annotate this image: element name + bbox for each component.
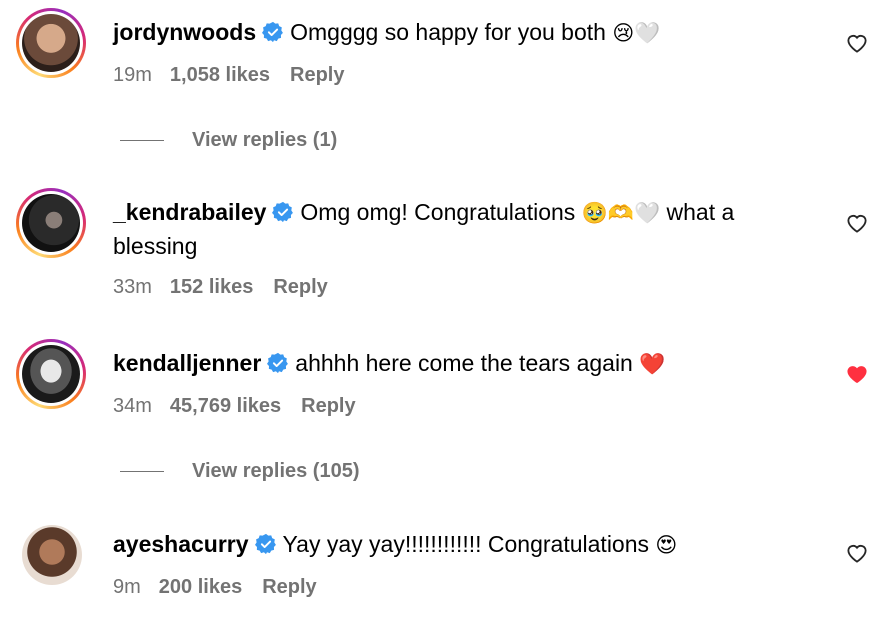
- likes-count[interactable]: 45,769 likes: [170, 395, 281, 417]
- heart-outline-icon[interactable]: [846, 543, 868, 563]
- likes-count[interactable]: 200 likes: [159, 576, 242, 598]
- comment-body: kendalljenner ahhhh here come the tears a…: [113, 347, 813, 381]
- username[interactable]: ayeshacurry: [113, 531, 249, 557]
- divider-line: [120, 471, 164, 472]
- username[interactable]: _kendrabailey: [113, 199, 266, 225]
- comment-body: jordynwoods Omgggg so happy for you both …: [113, 16, 813, 50]
- view-replies[interactable]: View replies (1): [0, 125, 888, 155]
- comment-emoji: ❤️: [639, 353, 666, 376]
- divider-line: [120, 140, 164, 141]
- comment-meta: 33m 152 likes Reply: [113, 276, 328, 299]
- avatar[interactable]: [16, 8, 86, 78]
- verified-badge-icon: [255, 533, 277, 555]
- verified-badge-icon: [262, 21, 284, 43]
- comment-meta: 34m 45,769 likes Reply: [113, 395, 356, 418]
- timestamp: 9m: [113, 576, 141, 598]
- comment-meta: 9m 200 likes Reply: [113, 576, 317, 599]
- comment-emoji: 😢🤍: [612, 22, 661, 45]
- timestamp: 19m: [113, 64, 152, 86]
- reply-button[interactable]: Reply: [273, 276, 327, 298]
- comment-text: Omgggg so happy for you both: [290, 19, 606, 45]
- heart-filled-icon[interactable]: [846, 364, 868, 384]
- comment-emoji: 😍: [655, 534, 678, 557]
- comment-text: Yay yay yay!!!!!!!!!!!! Congratulations: [282, 531, 650, 557]
- view-replies-label[interactable]: View replies (105): [192, 456, 360, 486]
- username[interactable]: kendalljenner: [113, 350, 261, 376]
- avatar[interactable]: [16, 339, 86, 409]
- timestamp: 34m: [113, 395, 152, 417]
- reply-button[interactable]: Reply: [290, 64, 344, 86]
- likes-count[interactable]: 152 likes: [170, 276, 253, 298]
- comment-emoji: 🥹🫶🤍: [581, 202, 661, 225]
- comment-body: ayeshacurry Yay yay yay!!!!!!!!!!!! Congr…: [113, 528, 813, 562]
- timestamp: 33m: [113, 276, 152, 298]
- avatar[interactable]: [22, 525, 82, 585]
- verified-badge-icon: [267, 352, 289, 374]
- view-replies-label[interactable]: View replies (1): [192, 125, 337, 155]
- comment-text: Omg omg! Congratulations: [300, 199, 576, 225]
- view-replies[interactable]: View replies (105): [0, 456, 888, 486]
- comment-text: ahhhh here come the tears again: [295, 350, 633, 376]
- reply-button[interactable]: Reply: [301, 395, 355, 417]
- heart-outline-icon[interactable]: [846, 33, 868, 53]
- avatar[interactable]: [16, 188, 86, 258]
- likes-count[interactable]: 1,058 likes: [170, 64, 270, 86]
- username[interactable]: jordynwoods: [113, 19, 256, 45]
- heart-outline-icon[interactable]: [846, 213, 868, 233]
- reply-button[interactable]: Reply: [262, 576, 316, 598]
- verified-badge-icon: [272, 201, 294, 223]
- comment-body: _kendrabailey Omg omg! Congratulations 🥹🫶…: [113, 196, 813, 262]
- comment-meta: 19m 1,058 likes Reply: [113, 64, 344, 87]
